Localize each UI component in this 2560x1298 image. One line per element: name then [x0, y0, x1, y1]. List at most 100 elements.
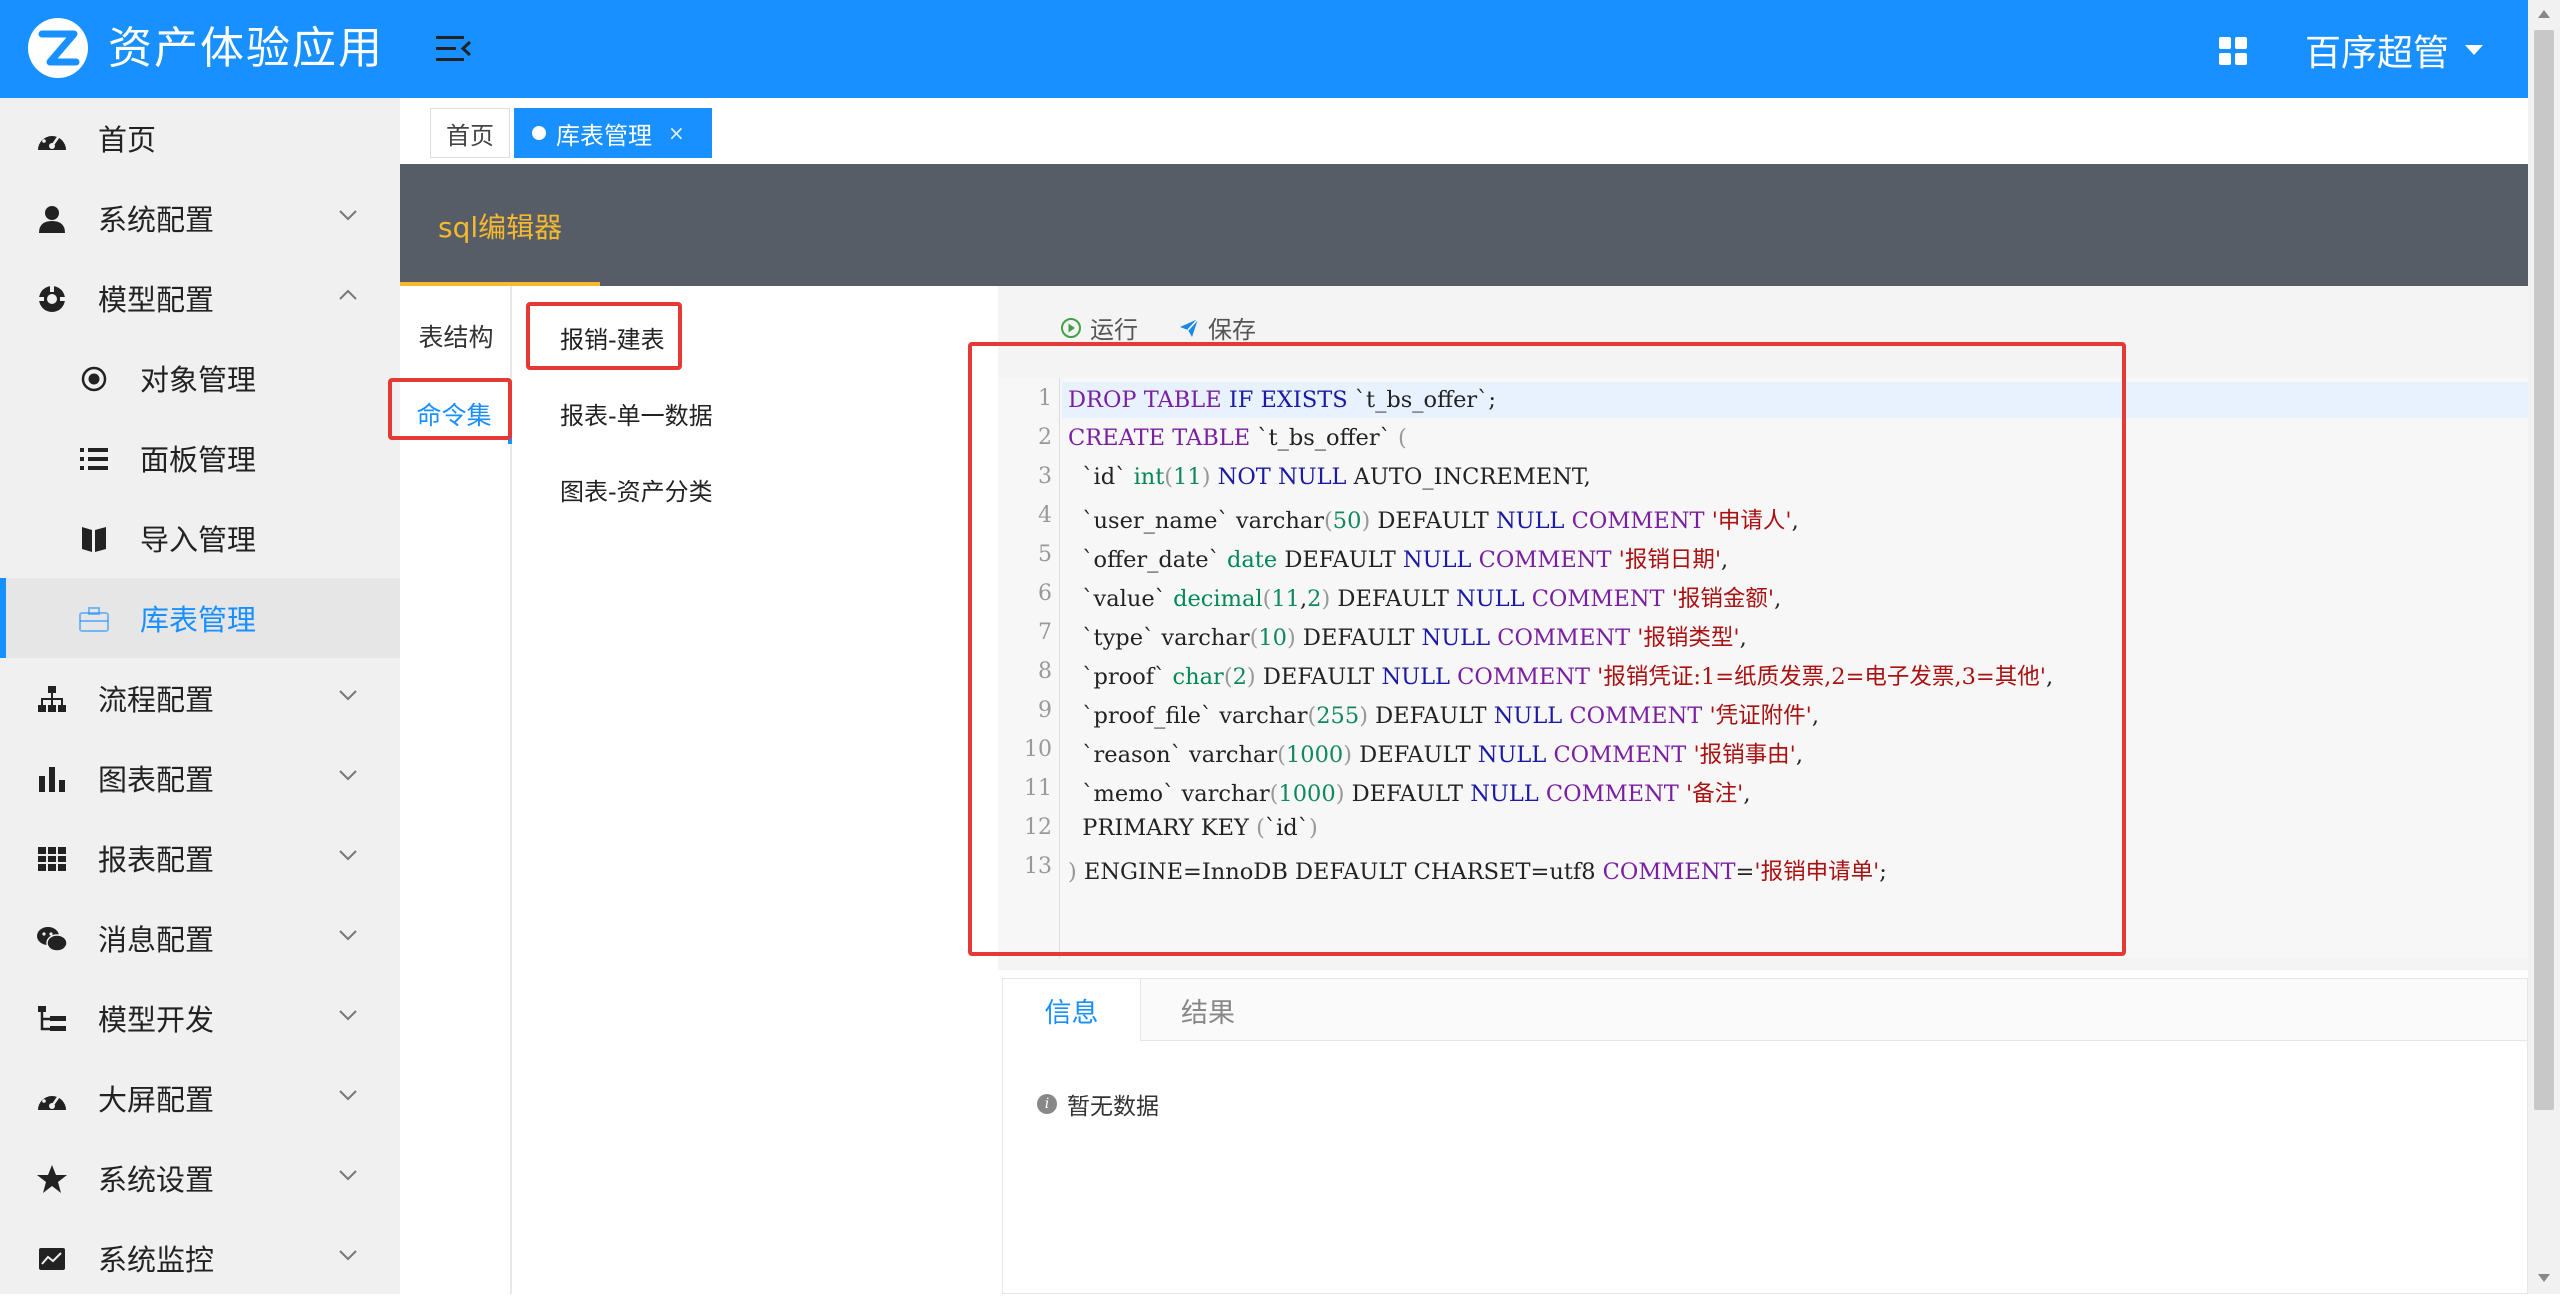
- chevron-down-icon: [339, 1010, 357, 1021]
- code-line: `value` decimal(11,2) DEFAULT NULL COMME…: [1068, 586, 1782, 612]
- app-title: 资产体验应用: [108, 23, 384, 74]
- empty-state: i 暂无数据: [1037, 1087, 1159, 1121]
- chevron-down-icon: [339, 1090, 357, 1101]
- line-number: 9: [1038, 698, 1052, 723]
- code-line: PRIMARY KEY (`id`): [1068, 815, 1318, 841]
- sidebar-item-label: 系统监控: [98, 1243, 215, 1277]
- code-line: `user_name` varchar(50) DEFAULT NULL COM…: [1068, 508, 1799, 534]
- sidebar-item-label: 导入管理: [140, 523, 257, 557]
- run-label: 运行: [1090, 316, 1138, 344]
- bar-chart-icon: [39, 767, 65, 792]
- briefcase-icon: [79, 607, 109, 632]
- table-icon: [38, 847, 66, 871]
- play-icon: [1061, 317, 1081, 338]
- line-number: 11: [1024, 776, 1052, 801]
- result-panel: 信息 结果 i 暂无数据: [1002, 978, 2528, 1294]
- code-line: `type` varchar(10) DEFAULT NULL COMMENT …: [1068, 625, 1747, 651]
- sidebar-item-label: 库表管理: [140, 603, 257, 637]
- sidebar-item-table-management[interactable]: 库表管理: [0, 578, 400, 658]
- code-line: ) ENGINE=InnoDB DEFAULT CHARSET=utf8 COM…: [1068, 859, 1887, 885]
- editor-title-bar: sql编辑器: [400, 164, 2528, 286]
- tab-table-management[interactable]: 库表管理 ×: [514, 108, 712, 158]
- empty-text: 暂无数据: [1067, 1094, 1159, 1120]
- tab-command-set[interactable]: 命令集: [400, 384, 512, 444]
- dashboard-icon: [38, 130, 66, 150]
- line-number: 8: [1038, 659, 1052, 684]
- sidebar-item-message-config[interactable]: 消息配置: [0, 898, 400, 978]
- line-number: 1: [1038, 386, 1052, 411]
- sidebar-item-chart-config[interactable]: 图表配置: [0, 738, 400, 818]
- code-line: `id` int(11) NOT NULL AUTO_INCREMENT,: [1068, 464, 1591, 490]
- sitemap-icon: [38, 686, 66, 712]
- sidebar-item-system-monitor[interactable]: 系统监控: [0, 1218, 400, 1298]
- sidebar-item-home[interactable]: 首页: [0, 98, 400, 178]
- sidebar-item-label: 系统设置: [98, 1163, 215, 1197]
- page-scrollbar[interactable]: [2528, 0, 2560, 1294]
- menu-collapse-icon[interactable]: [436, 34, 472, 64]
- chevron-down-icon: [339, 770, 357, 781]
- user-icon: [39, 206, 65, 233]
- line-number: 2: [1038, 425, 1052, 450]
- code-line: `proof` char(2) DEFAULT NULL COMMENT '报销…: [1068, 664, 2054, 690]
- sidebar-item-report-config[interactable]: 报表配置: [0, 818, 400, 898]
- sidebar-item-label: 图表配置: [98, 763, 215, 797]
- line-number: 12: [1024, 815, 1052, 840]
- tab-label: 库表管理: [556, 121, 652, 150]
- model-icon: [36, 284, 68, 312]
- chevron-down-icon: [339, 850, 357, 861]
- command-list: 报销-建表 报表-单一数据 图表-资产分类: [514, 286, 998, 1294]
- sidebar-item-import-management[interactable]: 导入管理: [0, 498, 400, 578]
- scroll-up-icon[interactable]: [2538, 10, 2550, 18]
- sidebar-item-object-management[interactable]: 对象管理: [0, 338, 400, 418]
- code-line: CREATE TABLE `t_bs_offer` (: [1068, 425, 1407, 451]
- chevron-down-icon: [339, 930, 357, 941]
- tab-result[interactable]: 结果: [1143, 979, 1273, 1041]
- run-button[interactable]: 运行: [1060, 310, 1138, 345]
- sidebar-item-label: 大屏配置: [98, 1083, 215, 1117]
- line-number: 4: [1038, 503, 1052, 528]
- line-number-gutter: 1 2 3 4 5 6 7 8 9 10 11 12 13: [998, 378, 1060, 958]
- vertical-tabs: 表结构 命令集: [400, 286, 512, 1294]
- page-tabs: 首页 库表管理 ×: [400, 98, 2528, 164]
- user-menu[interactable]: 百序超管: [2305, 22, 2484, 78]
- tab-info[interactable]: 信息: [1003, 979, 1141, 1041]
- command-item[interactable]: 图表-资产分类: [560, 472, 713, 507]
- sidebar-item-screen-config[interactable]: 大屏配置: [0, 1058, 400, 1138]
- sidebar-item-system-config[interactable]: 系统配置: [0, 178, 400, 258]
- sidebar-item-label: 消息配置: [98, 923, 215, 957]
- send-icon: [1180, 317, 1199, 337]
- line-number: 3: [1038, 464, 1052, 489]
- sidebar-item-label: 流程配置: [98, 683, 215, 717]
- monitor-icon: [39, 1248, 65, 1270]
- sidebar-item-system-settings[interactable]: 系统设置: [0, 1138, 400, 1218]
- scroll-thumb[interactable]: [2534, 30, 2554, 1110]
- command-item[interactable]: 报销-建表: [560, 320, 665, 355]
- line-number: 5: [1038, 542, 1052, 567]
- line-number: 6: [1038, 581, 1052, 606]
- code-editor[interactable]: 1 2 3 4 5 6 7 8 9 10 11 12 13 DROP TABLE…: [998, 378, 2528, 958]
- sidebar-item-panel-management[interactable]: 面板管理: [0, 418, 400, 498]
- page-title[interactable]: sql编辑器: [438, 206, 562, 246]
- apps-grid-icon[interactable]: [2218, 36, 2248, 66]
- star-icon: [37, 1165, 67, 1193]
- sidebar-item-flow-config[interactable]: 流程配置: [0, 658, 400, 738]
- sidebar: 首页 系统配置 模型配置 对象管理 面板管理 导入管理 库表管理 流程配置 图表…: [0, 98, 400, 1294]
- save-button[interactable]: 保存: [1178, 310, 1256, 345]
- sidebar-item-label: 报表配置: [98, 843, 215, 877]
- tab-home[interactable]: 首页: [430, 108, 510, 158]
- code-line: `proof_file` varchar(255) DEFAULT NULL C…: [1068, 703, 1819, 729]
- command-item[interactable]: 报表-单一数据: [560, 396, 713, 431]
- code-line: `offer_date` date DEFAULT NULL COMMENT '…: [1068, 547, 1729, 573]
- scroll-down-icon[interactable]: [2538, 1274, 2550, 1282]
- code-line: `memo` varchar(1000) DEFAULT NULL COMMEN…: [1068, 781, 1751, 807]
- sidebar-item-label: 模型开发: [98, 1003, 215, 1037]
- close-icon[interactable]: ×: [668, 121, 685, 145]
- sidebar-item-label: 首页: [98, 123, 157, 157]
- save-label: 保存: [1208, 316, 1256, 344]
- top-header: 资产体验应用 百序超管: [0, 0, 2528, 98]
- tab-table-structure[interactable]: 表结构: [400, 306, 512, 366]
- app-logo-icon: [28, 18, 88, 78]
- line-number: 7: [1038, 620, 1052, 645]
- sidebar-item-model-dev[interactable]: 模型开发: [0, 978, 400, 1058]
- sidebar-item-model-config[interactable]: 模型配置: [0, 258, 400, 338]
